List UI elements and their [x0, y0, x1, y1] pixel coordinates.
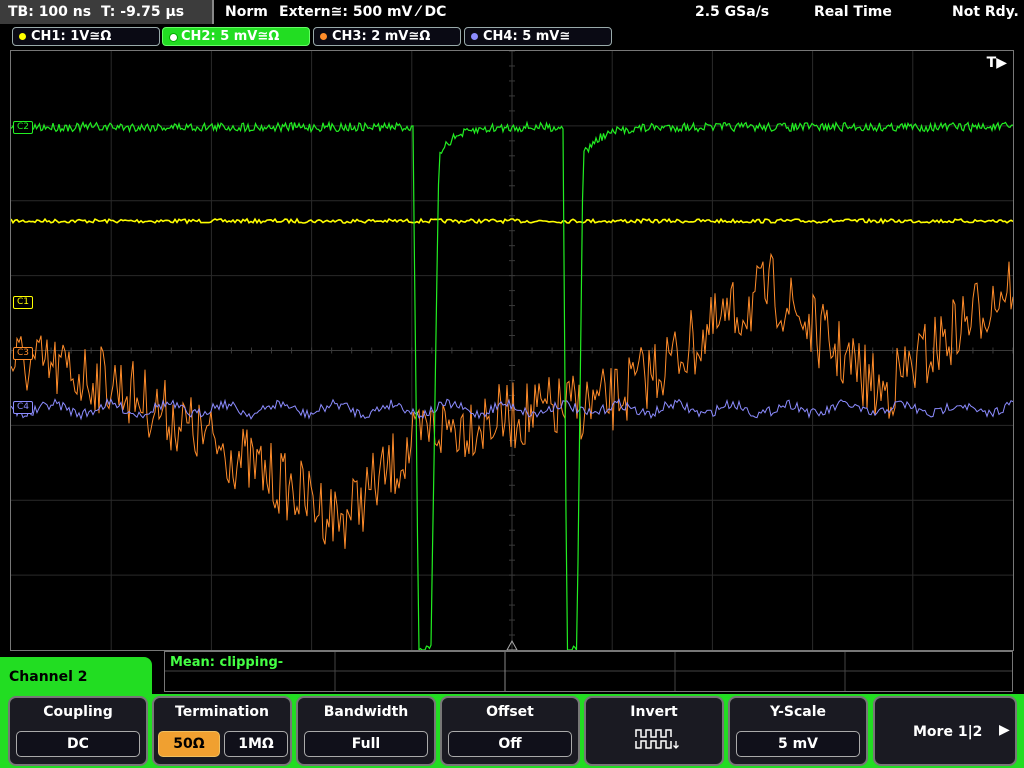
- tab-ch4[interactable]: CH4: 5 mV≅: [464, 27, 612, 46]
- termination-softkey[interactable]: Termination 50Ω 1MΩ: [152, 696, 292, 766]
- ch2-label: CH2: 5 mV≅Ω: [181, 29, 280, 44]
- timebase-readout: TB: 100 ns: [8, 4, 92, 20]
- more-label: More 1|2: [913, 724, 983, 740]
- yscale-title: Y-Scale: [769, 704, 826, 720]
- menu-title-tab: Channel 2: [0, 657, 152, 699]
- trigger-position-marker[interactable]: T▶: [987, 55, 1007, 71]
- timebase-box[interactable]: TB: 100 ns T: -9.75 µs: [0, 0, 214, 24]
- ch2-offset-marker[interactable]: C2: [13, 121, 34, 134]
- more-softkey[interactable]: More 1|2 ▶: [873, 696, 1017, 766]
- termination-50ohm-button[interactable]: 50Ω: [158, 731, 220, 757]
- ch4-color-icon: [471, 33, 478, 40]
- invert-softkey[interactable]: Invert: [584, 696, 724, 766]
- ch1-offset-marker[interactable]: C1: [13, 296, 34, 309]
- ch4-label: CH4: 5 mV≅: [483, 29, 571, 44]
- invert-title: Invert: [630, 704, 678, 720]
- measurement-panel: Mean: clipping-: [164, 651, 1013, 692]
- coupling-value[interactable]: DC: [16, 731, 140, 757]
- ch1-color-icon: [19, 33, 26, 40]
- acquisition-mode: Real Time: [814, 4, 892, 20]
- waveform-canvas: [11, 51, 1013, 650]
- menu-title: Channel 2: [9, 669, 88, 685]
- offset-value[interactable]: Off: [448, 731, 572, 757]
- coupling-title: Coupling: [43, 704, 113, 720]
- coupling-softkey[interactable]: Coupling DC: [8, 696, 148, 766]
- bandwidth-title: Bandwidth: [323, 704, 409, 720]
- next-page-icon: ▶: [999, 722, 1010, 738]
- acquisition-state: Not Rdy.: [952, 4, 1019, 20]
- trigger-source[interactable]: Extern≅: 500 mV ⁄ DC: [279, 4, 446, 20]
- yscale-value[interactable]: 5 mV: [736, 731, 860, 757]
- ch3-label: CH3: 2 mV≅Ω: [332, 29, 431, 44]
- trigger-time-readout: T: -9.75 µs: [101, 4, 185, 20]
- status-bar: TB: 100 ns T: -9.75 µs Norm Extern≅: 500…: [0, 0, 1024, 24]
- ch3-offset-marker[interactable]: C3: [13, 347, 34, 360]
- ch2-color-icon: [169, 33, 178, 42]
- termination-title: Termination: [175, 704, 269, 720]
- invert-waveform-icon: [635, 729, 679, 749]
- termination-1mohm-button[interactable]: 1MΩ: [224, 731, 288, 757]
- tab-ch1[interactable]: CH1: 1V≅Ω: [12, 27, 160, 46]
- tab-ch2[interactable]: CH2: 5 mV≅Ω: [162, 27, 310, 46]
- offset-title: Offset: [486, 704, 534, 720]
- yscale-softkey[interactable]: Y-Scale 5 mV: [728, 696, 868, 766]
- trigger-mode[interactable]: Norm: [225, 4, 268, 20]
- offset-softkey[interactable]: Offset Off: [440, 696, 580, 766]
- tab-ch3[interactable]: CH3: 2 mV≅Ω: [313, 27, 461, 46]
- bandwidth-value[interactable]: Full: [304, 731, 428, 757]
- measurement-grid: [165, 652, 1012, 691]
- ch3-color-icon: [320, 33, 327, 40]
- ch1-label: CH1: 1V≅Ω: [31, 29, 112, 44]
- waveform-display[interactable]: T▶ C1 C2 C3 C4: [10, 50, 1014, 651]
- ch4-offset-marker[interactable]: C4: [13, 401, 34, 414]
- bandwidth-softkey[interactable]: Bandwidth Full: [296, 696, 436, 766]
- sample-rate: 2.5 GSa/s: [695, 4, 770, 20]
- measurement-result: Mean: clipping-: [170, 655, 284, 670]
